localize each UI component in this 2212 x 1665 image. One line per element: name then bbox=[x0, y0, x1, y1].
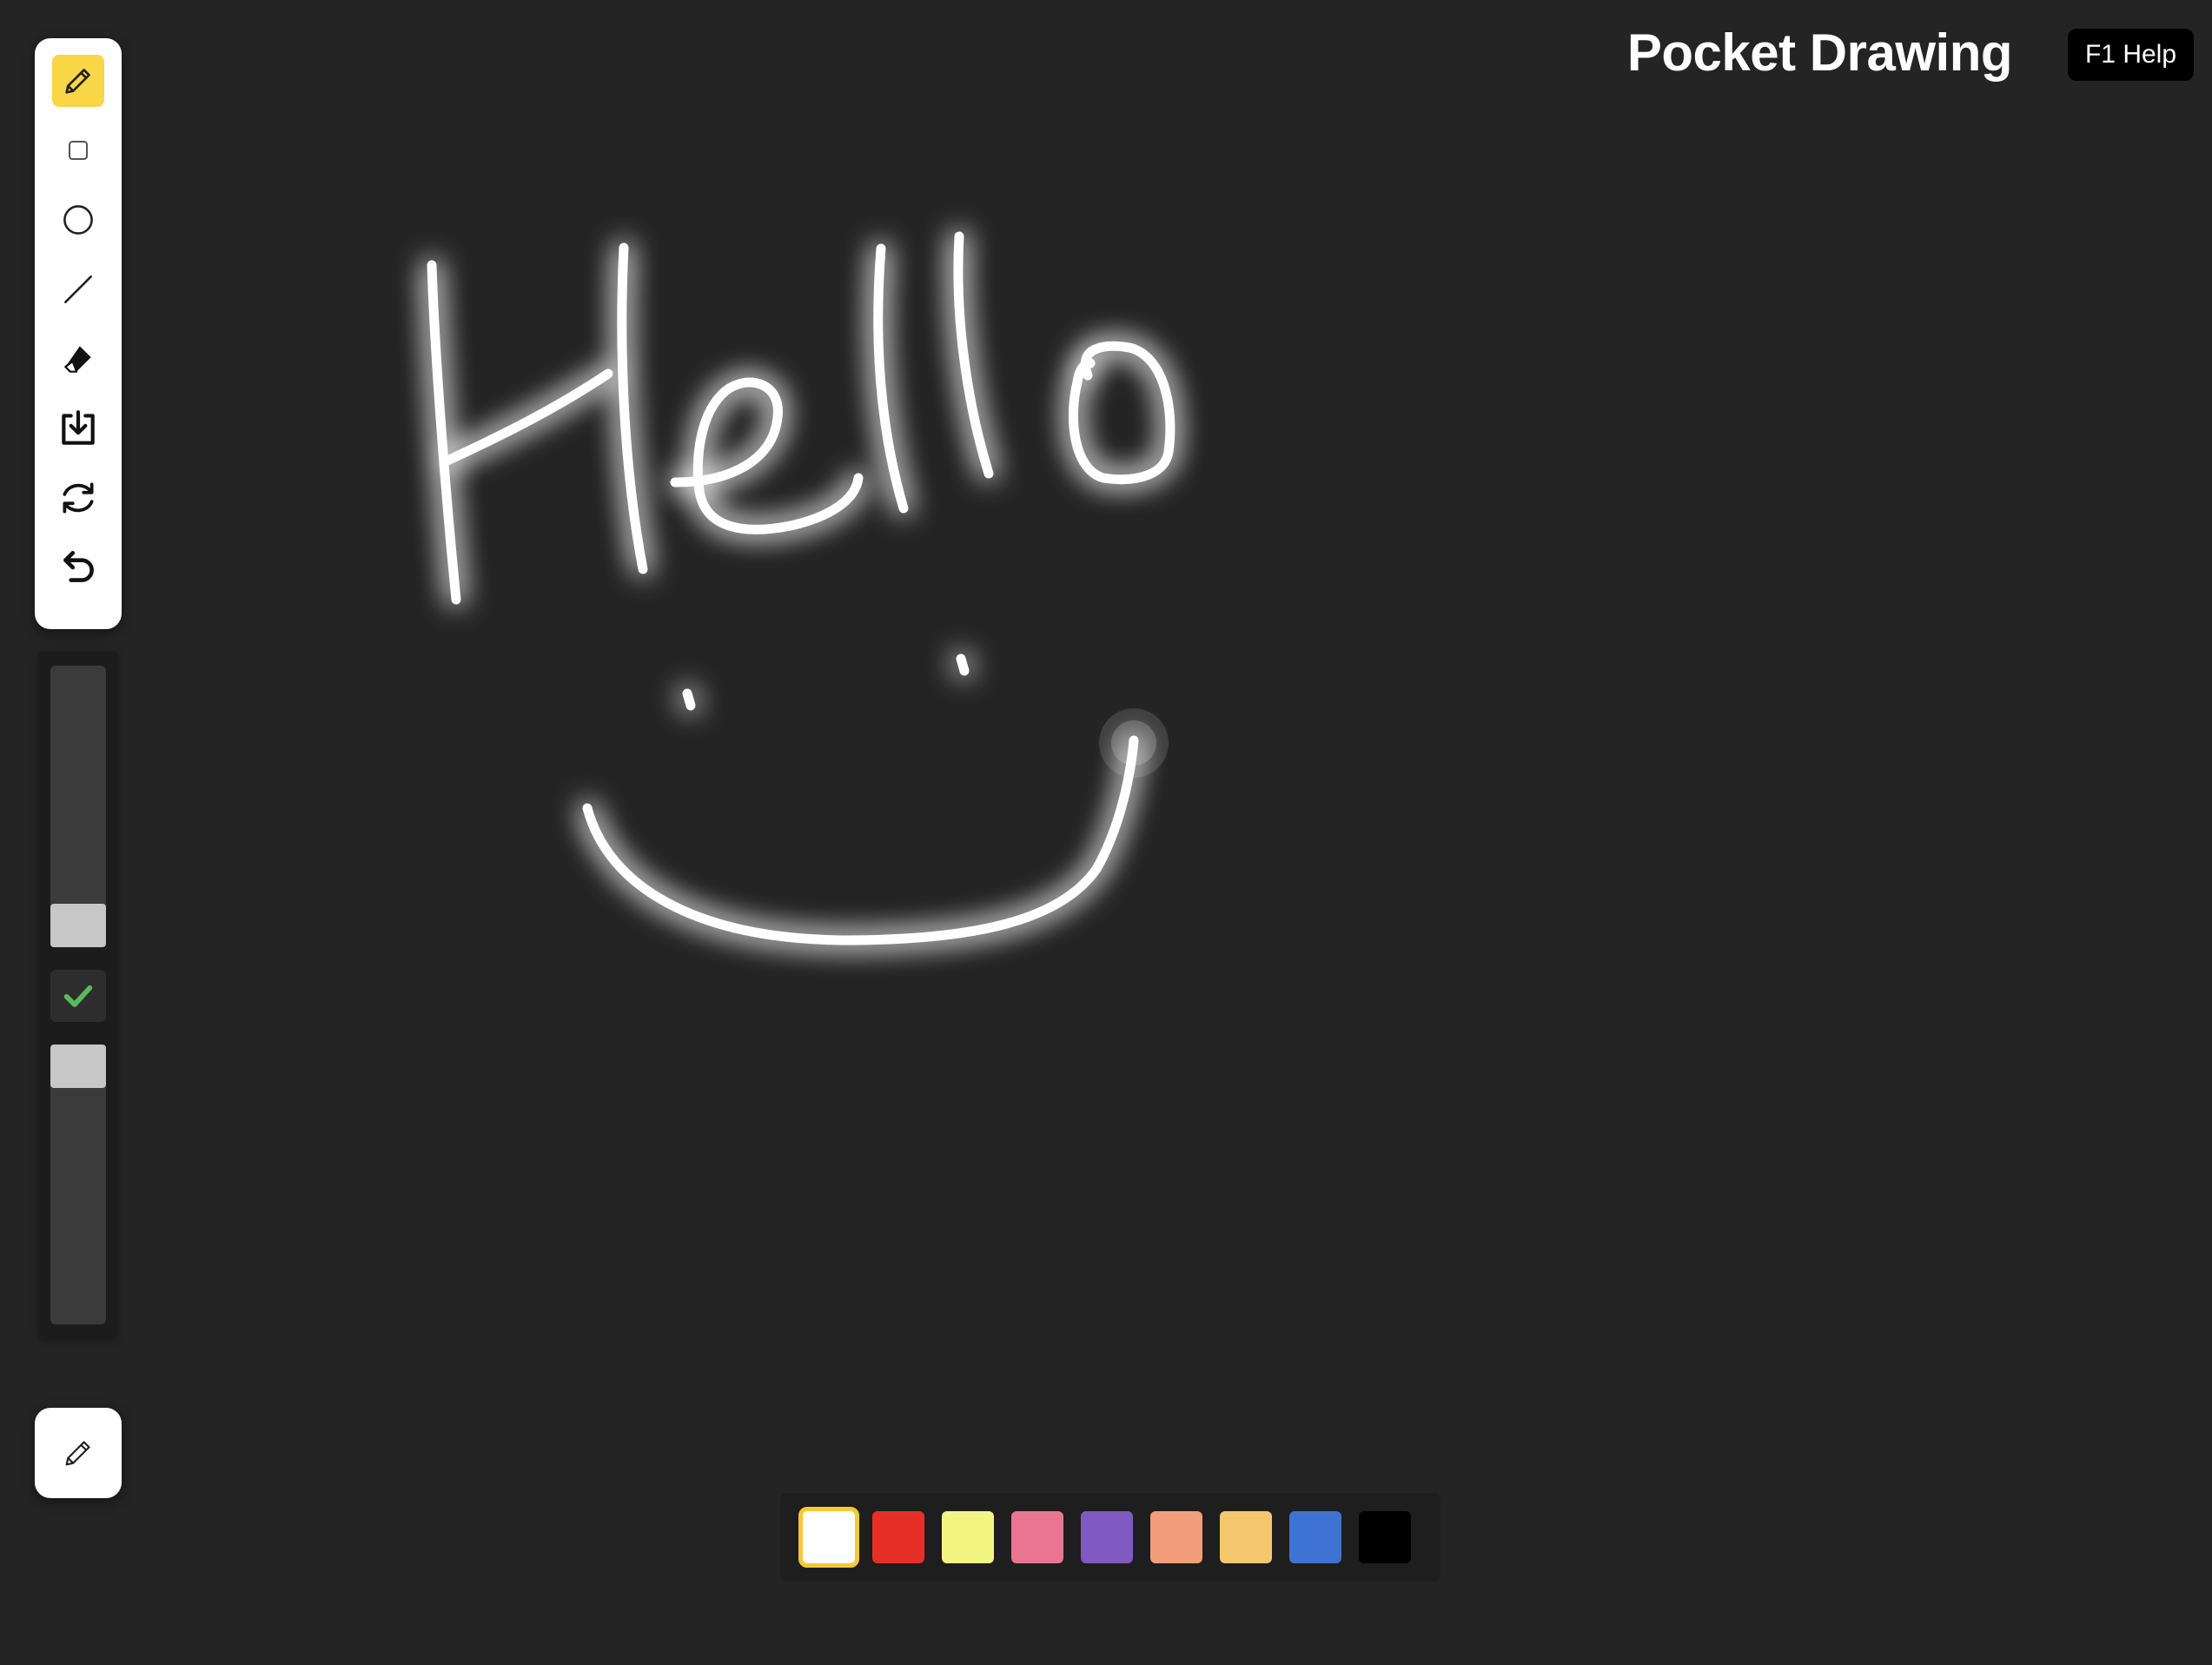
undo-icon bbox=[63, 551, 94, 582]
tool-rectangle[interactable] bbox=[52, 124, 104, 176]
toolbar bbox=[35, 38, 122, 629]
stroke-h-right bbox=[617, 242, 648, 574]
tool-undo[interactable] bbox=[52, 541, 104, 594]
brush-size-thumb[interactable] bbox=[50, 904, 106, 947]
stroke-l1 bbox=[873, 243, 909, 514]
tool-circle[interactable] bbox=[52, 194, 104, 246]
tool-line[interactable] bbox=[52, 263, 104, 315]
stroke-l2 bbox=[953, 231, 994, 479]
tool-pencil[interactable] bbox=[52, 55, 104, 107]
brush-size-panel bbox=[38, 652, 118, 1338]
line-icon bbox=[64, 275, 92, 303]
pen-button[interactable] bbox=[35, 1408, 122, 1498]
color-swatch[interactable] bbox=[1081, 1511, 1133, 1563]
opacity-thumb[interactable] bbox=[50, 1045, 106, 1088]
stroke-o bbox=[1069, 341, 1176, 485]
eraser-icon bbox=[64, 346, 91, 373]
app-title: Pocket Drawing bbox=[1626, 23, 2013, 82]
color-swatch[interactable] bbox=[1011, 1511, 1063, 1563]
stroke-h-bar bbox=[442, 368, 613, 466]
square-icon bbox=[69, 141, 88, 160]
drawing-canvas[interactable] bbox=[0, 0, 2212, 1665]
pencil-icon bbox=[65, 1441, 90, 1466]
color-swatch[interactable] bbox=[942, 1511, 994, 1563]
tool-eraser[interactable] bbox=[52, 333, 104, 385]
color-swatch[interactable] bbox=[1150, 1511, 1202, 1563]
checkmark-icon bbox=[63, 985, 93, 1007]
app-root: Pocket Drawing F1 Help bbox=[0, 0, 2212, 1665]
stroke-smile bbox=[582, 735, 1139, 945]
help-button[interactable]: F1 Help bbox=[2068, 29, 2194, 81]
stroke-eye-right bbox=[956, 653, 970, 676]
download-icon bbox=[62, 410, 95, 445]
stroke-h-left bbox=[427, 260, 461, 605]
tool-clear[interactable] bbox=[52, 472, 104, 524]
stroke-e bbox=[670, 377, 864, 534]
color-swatch[interactable] bbox=[1220, 1511, 1272, 1563]
circle-icon bbox=[63, 205, 93, 235]
pencil-icon bbox=[65, 69, 90, 94]
refresh-icon bbox=[63, 482, 94, 514]
color-palette bbox=[780, 1493, 1440, 1582]
stroke-eye-left bbox=[682, 688, 696, 711]
color-swatch[interactable] bbox=[1289, 1511, 1341, 1563]
tool-save[interactable] bbox=[52, 402, 104, 454]
color-swatch[interactable] bbox=[872, 1511, 924, 1563]
color-swatch[interactable] bbox=[1359, 1511, 1411, 1563]
confirm-button[interactable] bbox=[50, 970, 106, 1022]
brush-size-slider[interactable] bbox=[50, 666, 106, 933]
color-swatch[interactable] bbox=[798, 1507, 859, 1568]
